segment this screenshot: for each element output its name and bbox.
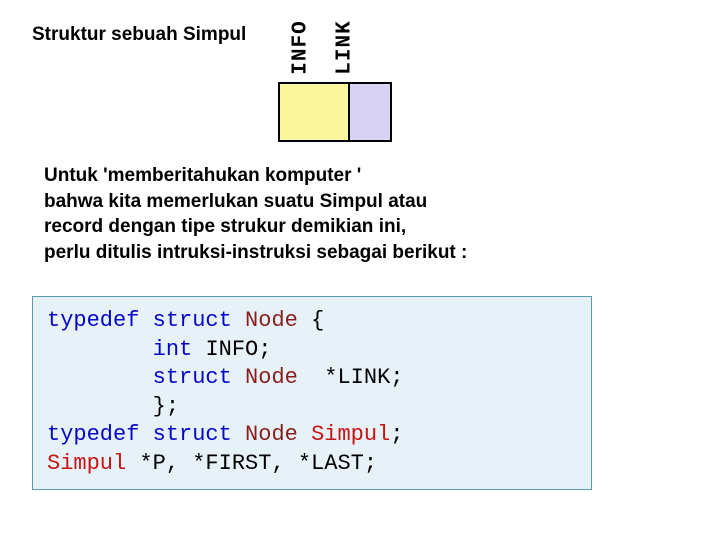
code-identifier: Simpul [47, 451, 126, 476]
code-punct: { [311, 308, 324, 333]
description-line: bahwa kita memerlukan suatu Simpul atau [44, 189, 664, 215]
description-line: record dengan tipe strukur demikian ini, [44, 214, 664, 240]
code-keyword: struct [153, 422, 232, 447]
code-keyword: typedef [47, 422, 139, 447]
info-label: INFO [278, 12, 324, 82]
description-line: Untuk 'memberitahukan komputer ' [44, 163, 664, 189]
link-label: LINK [324, 12, 366, 82]
description-line: perlu ditulis intruksi-instruksi sebagai… [44, 240, 664, 266]
code-keyword: struct [153, 308, 232, 333]
link-label-text: LINK [334, 20, 357, 74]
code-keyword: typedef [47, 308, 139, 333]
code-field: *LINK; [324, 365, 403, 390]
info-cell [278, 84, 350, 140]
node-struct-diagram: INFO LINK [278, 12, 392, 142]
info-label-text: INFO [290, 20, 313, 74]
code-keyword: struct [153, 365, 232, 390]
link-cell [348, 84, 392, 140]
page-title: Struktur sebuah Simpul [32, 24, 246, 46]
code-decl: *P, *FIRST, *LAST; [139, 451, 377, 476]
description-text: Untuk 'memberitahukan komputer ' bahwa k… [44, 163, 664, 266]
code-punct: }; [153, 394, 179, 419]
code-type: Node [245, 308, 298, 333]
code-type: Node [245, 422, 298, 447]
code-identifier: Simpul [311, 422, 390, 447]
code-block: typedef struct Node { int INFO; struct N… [32, 296, 592, 490]
code-type: Node [245, 365, 298, 390]
code-keyword: int [153, 337, 193, 362]
code-punct: ; [390, 422, 403, 447]
code-field: INFO; [205, 337, 271, 362]
